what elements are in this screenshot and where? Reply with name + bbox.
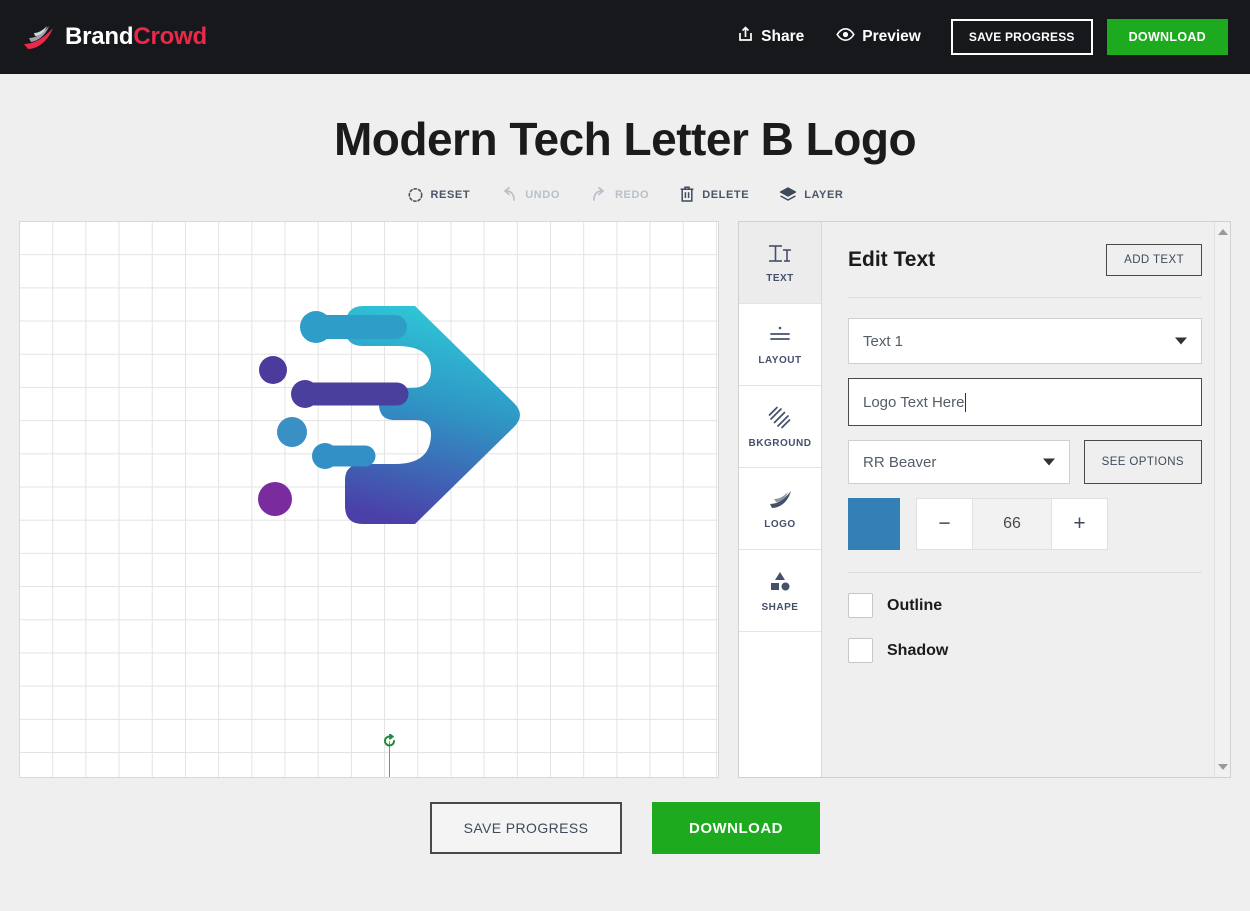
- panel-content: Edit Text ADD TEXT Text 1 Logo Text Here…: [822, 222, 1230, 777]
- header-actions: Share Preview SAVE PROGRESS DOWNLOAD: [721, 19, 1228, 55]
- redo-label: REDO: [615, 188, 650, 201]
- footer-download-button[interactable]: DOWNLOAD: [652, 802, 820, 854]
- rotate-handle-icon[interactable]: [383, 733, 397, 748]
- panel-header: Edit Text ADD TEXT: [848, 244, 1202, 276]
- panel-tab-layout[interactable]: LAYOUT: [739, 304, 821, 386]
- chevron-down-icon: [1042, 458, 1055, 466]
- share-button[interactable]: Share: [721, 26, 820, 48]
- outline-checkbox-row[interactable]: Outline: [848, 593, 1202, 618]
- redo-icon: [590, 186, 608, 203]
- panel-tab-text-label: TEXT: [766, 272, 794, 284]
- logo-canvas[interactable]: LOGO TEXT HERE SOLOGAN HERE: [19, 221, 719, 778]
- eye-icon: [836, 27, 855, 47]
- add-text-button[interactable]: ADD TEXT: [1106, 244, 1202, 276]
- panel-tab-layout-label: LAYOUT: [758, 354, 802, 366]
- header-save-progress-button[interactable]: SAVE PROGRESS: [950, 19, 1093, 55]
- outline-label: Outline: [887, 596, 943, 614]
- font-size-stepper: − 66 +: [916, 498, 1108, 550]
- text-cursor: [965, 392, 967, 412]
- trash-icon: [679, 186, 695, 203]
- text-layer-select-value: Text 1: [863, 332, 904, 350]
- swoosh-logo-icon: [22, 24, 56, 50]
- edit-toolbar: RESET UNDO REDO DELETE LAYER: [0, 186, 1250, 203]
- share-label: Share: [761, 28, 805, 45]
- background-hatch-icon: [767, 405, 793, 429]
- shadow-checkbox-row[interactable]: Shadow: [848, 638, 1202, 663]
- style-row: − 66 +: [848, 498, 1202, 550]
- preview-button[interactable]: Preview: [820, 27, 937, 47]
- layer-label: LAYER: [804, 188, 844, 201]
- undo-button[interactable]: UNDO: [500, 186, 560, 203]
- panel-tab-shape[interactable]: SHAPE: [739, 550, 821, 632]
- shadow-label: Shadow: [887, 641, 949, 659]
- header-download-button[interactable]: DOWNLOAD: [1106, 19, 1228, 55]
- text-color-swatch[interactable]: [848, 498, 900, 550]
- preview-label: Preview: [862, 28, 921, 45]
- text-content-input[interactable]: Logo Text Here: [848, 378, 1202, 426]
- brand-name: BrandCrowd: [65, 23, 207, 51]
- footer-save-progress-button[interactable]: SAVE PROGRESS: [430, 802, 622, 854]
- brand-name-first: Brand: [65, 23, 134, 50]
- page-title: Modern Tech Letter B Logo: [333, 113, 917, 165]
- undo-icon: [500, 186, 518, 203]
- shapes-icon: [767, 569, 793, 593]
- delete-label: DELETE: [702, 188, 750, 201]
- chevron-down-icon: [1175, 337, 1187, 345]
- shadow-checkbox[interactable]: [848, 638, 873, 663]
- font-size-decrease-button[interactable]: −: [916, 498, 973, 550]
- reset-icon: [407, 186, 424, 203]
- text-layer-select[interactable]: Text 1: [848, 318, 1202, 364]
- brand-logo[interactable]: BrandCrowd: [22, 23, 207, 51]
- panel-tab-logo[interactable]: LOGO: [739, 468, 821, 550]
- layout-align-icon: [767, 324, 793, 346]
- editor-main: LOGO TEXT HERE SOLOGAN HERE TEXT: [0, 221, 1250, 778]
- logo-swoosh-icon: [767, 488, 793, 510]
- undo-label: UNDO: [525, 188, 560, 201]
- font-size-value[interactable]: 66: [973, 498, 1051, 550]
- font-row: RR Beaver SEE OPTIONS: [848, 440, 1202, 484]
- scroll-up-arrow-icon[interactable]: [1215, 224, 1230, 240]
- font-size-increase-button[interactable]: +: [1051, 498, 1108, 550]
- editor-panel: TEXT LAYOUT BKGROUND LOGO SHAPE Edit Tex…: [738, 221, 1231, 778]
- font-family-select[interactable]: RR Beaver: [848, 440, 1070, 484]
- reset-label: RESET: [430, 188, 471, 201]
- panel-tab-rail: TEXT LAYOUT BKGROUND LOGO SHAPE: [739, 222, 822, 777]
- panel-title: Edit Text: [848, 248, 936, 271]
- text-format-icon: [767, 242, 793, 264]
- panel-tab-bkground-label: BKGROUND: [748, 437, 812, 449]
- reset-button[interactable]: RESET: [407, 186, 471, 203]
- share-icon: [737, 26, 754, 48]
- panel-divider-bottom: [848, 572, 1202, 573]
- panel-tab-logo-label: LOGO: [764, 518, 796, 530]
- scroll-down-arrow-icon[interactable]: [1215, 759, 1230, 775]
- panel-divider-top: [848, 297, 1202, 298]
- panel-tab-bkground[interactable]: BKGROUND: [739, 386, 821, 468]
- brand-name-second: Crowd: [133, 23, 208, 50]
- logo-mark-graphic[interactable]: [245, 284, 535, 544]
- redo-button[interactable]: REDO: [590, 186, 649, 203]
- panel-tab-shape-label: SHAPE: [761, 601, 799, 613]
- outline-checkbox[interactable]: [848, 593, 873, 618]
- see-options-button[interactable]: SEE OPTIONS: [1083, 440, 1202, 484]
- panel-scrollbar[interactable]: [1214, 222, 1230, 777]
- layer-button[interactable]: LAYER: [779, 186, 843, 203]
- text-content-value: Logo Text Here: [863, 393, 965, 411]
- app-header: BrandCrowd Share Preview SAVE PROGRESS D…: [0, 0, 1250, 74]
- footer-actions: SAVE PROGRESS DOWNLOAD: [0, 802, 1250, 854]
- panel-tab-text[interactable]: TEXT: [739, 222, 821, 304]
- delete-button[interactable]: DELETE: [679, 186, 749, 203]
- font-family-value: RR Beaver: [863, 453, 937, 471]
- layers-icon: [779, 186, 797, 203]
